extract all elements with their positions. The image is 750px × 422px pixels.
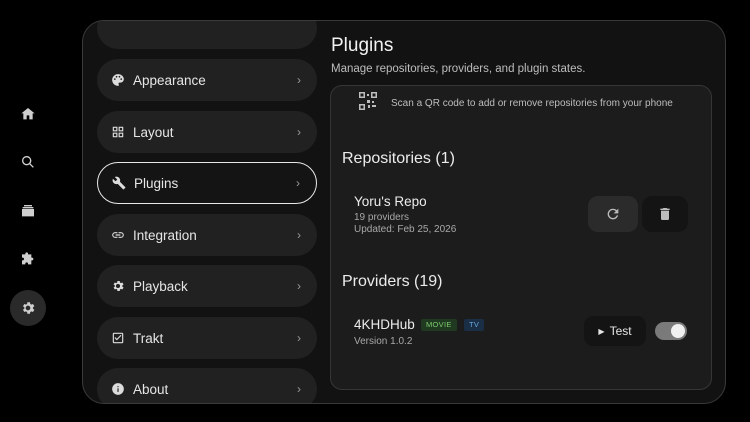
provider-badge-movie: MOVIE <box>421 319 457 331</box>
settings-item-label: Plugins <box>134 175 179 191</box>
settings-item-label: Integration <box>133 227 197 243</box>
settings-item-label: Layout <box>133 124 174 140</box>
plugins-content[interactable]: Scan a QR code to add or remove reposito… <box>330 85 712 390</box>
page-title: Plugins <box>331 35 394 56</box>
chevron-right-icon: › <box>297 228 301 242</box>
repo-updated: Updated: Feb 25, 2026 <box>354 224 457 235</box>
provider-name: 4KHDHub <box>354 317 415 332</box>
settings-item-label: About <box>133 381 169 397</box>
settings-menu: Appearance › Layout › Plugins › Integrat… <box>97 21 319 403</box>
refresh-repo-button[interactable] <box>588 196 638 232</box>
settings-item-appearance[interactable]: Appearance › <box>97 59 317 101</box>
gear-icon <box>23 302 35 314</box>
settings-item-layout[interactable]: Layout › <box>97 111 317 153</box>
delete-repo-button[interactable] <box>642 196 688 232</box>
refresh-icon <box>607 208 619 220</box>
nav-settings-button[interactable] <box>10 290 46 326</box>
settings-item-playback[interactable]: Playback › <box>97 265 317 307</box>
settings-item-integration[interactable]: Integration › <box>97 214 317 256</box>
repositories-title: Repositories (1) <box>342 150 455 167</box>
test-provider-button[interactable]: ▶ Test <box>584 316 646 346</box>
chevron-right-icon: › <box>297 382 301 396</box>
toggle-knob <box>671 324 685 338</box>
library-icon <box>22 205 34 217</box>
nav-plugins-button[interactable] <box>10 241 46 277</box>
palette-icon <box>111 73 125 87</box>
provider-version: Version 1.0.2 <box>354 336 413 347</box>
puzzle-icon <box>22 252 34 265</box>
nav-library-button[interactable] <box>10 193 46 229</box>
page-subtitle: Manage repositories, providers, and plug… <box>331 63 586 75</box>
nav-rail <box>0 0 56 422</box>
provider-badge-tv: TV <box>464 319 485 331</box>
chevron-right-icon: › <box>297 279 301 293</box>
checkbox-icon <box>111 331 125 345</box>
grid-icon <box>111 125 125 139</box>
search-icon <box>22 156 34 168</box>
chevron-right-icon: › <box>297 331 301 345</box>
home-icon <box>21 108 35 120</box>
test-button-label: Test <box>609 324 632 338</box>
info-icon <box>111 382 125 396</box>
chevron-right-icon: › <box>296 176 300 190</box>
chevron-right-icon: › <box>297 73 301 87</box>
repo-provider-count: 19 providers <box>354 212 410 223</box>
play-icon: ▶ <box>598 326 605 336</box>
link-icon <box>111 228 125 242</box>
settings-item-top[interactable] <box>97 21 317 49</box>
settings-item-trakt[interactable]: Trakt › <box>97 317 317 359</box>
settings-item-label: Playback <box>133 278 188 294</box>
gear-icon <box>111 279 125 293</box>
settings-item-label: Trakt <box>133 330 164 346</box>
settings-panel: Appearance › Layout › Plugins › Integrat… <box>82 20 726 404</box>
nav-search-button[interactable] <box>10 144 46 180</box>
qr-code-icon <box>359 92 377 110</box>
settings-item-plugins[interactable]: Plugins › <box>97 162 317 204</box>
qr-description: Scan a QR code to add or remove reposito… <box>391 98 673 109</box>
providers-title: Providers (19) <box>342 273 443 290</box>
provider-enabled-toggle[interactable] <box>655 322 687 340</box>
settings-item-about[interactable]: About › <box>97 368 317 403</box>
chevron-right-icon: › <box>297 125 301 139</box>
settings-item-label: Appearance <box>133 72 206 88</box>
wrench-icon <box>112 176 126 190</box>
nav-home-button[interactable] <box>10 96 46 132</box>
trash-icon <box>660 208 670 220</box>
repo-name: Yoru's Repo <box>354 194 427 209</box>
